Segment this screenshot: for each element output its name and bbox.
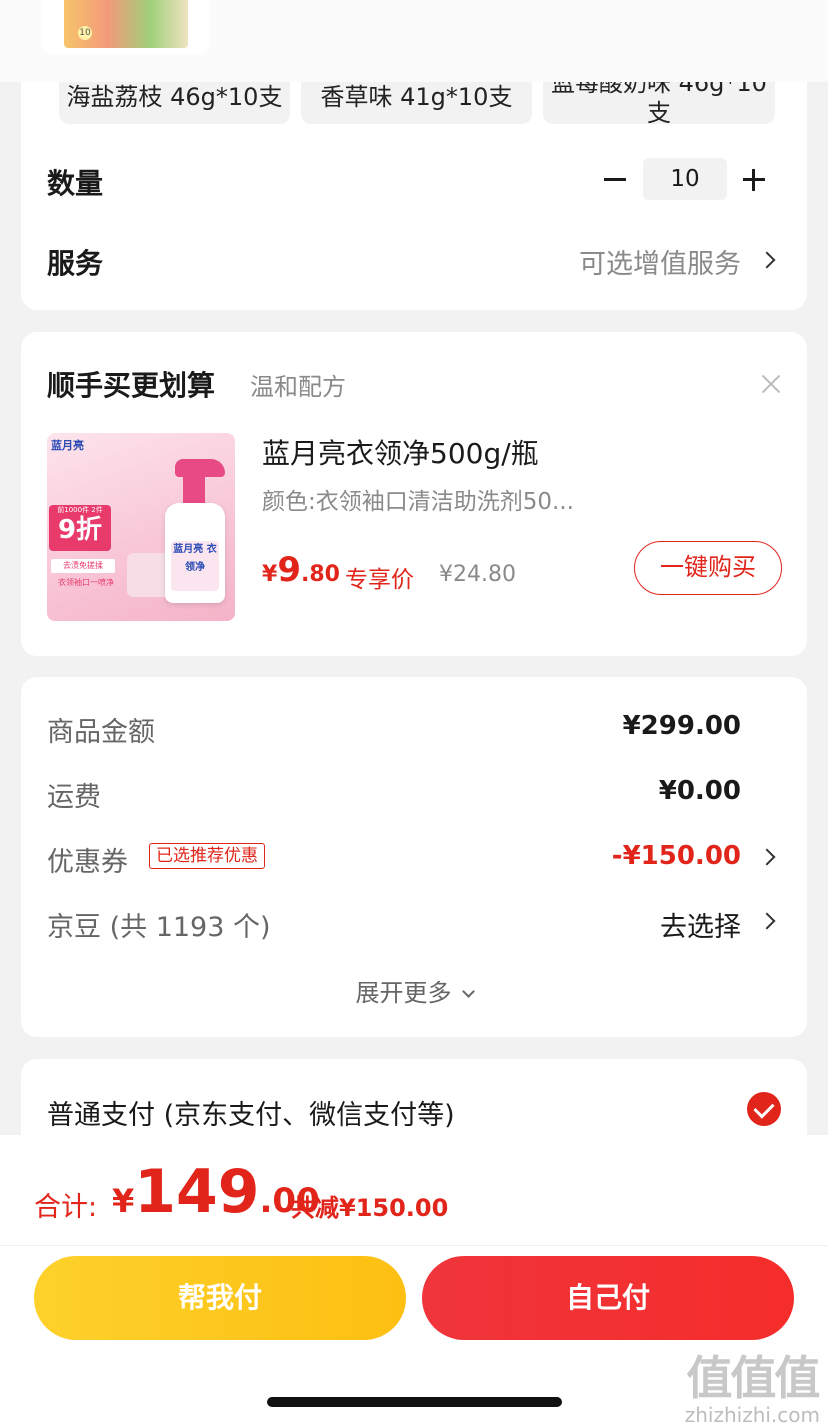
order-options-card: 海盐荔枝 46g*10支 香草味 41g*10支 蓝莓酸奶味 46g*10支 数…	[21, 82, 807, 310]
recommended-product-name[interactable]: 蓝月亮衣领净500g/瓶	[262, 432, 539, 472]
recommendation-card: 顺手买更划算 温和配方 蓝月亮 9折 前1000件 2件 去渍免搓揉 衣领袖口一…	[21, 332, 807, 656]
product-thumbnail[interactable]: 10	[42, 0, 210, 55]
variant-option[interactable]: 海盐荔枝 46g*10支	[59, 82, 290, 124]
service-label: 服务	[47, 247, 104, 280]
chevron-right-icon[interactable]	[758, 912, 776, 930]
product-thumbnail-image: 10	[64, 0, 188, 48]
checkout-bar: 合计: ¥149.00 共减¥150.00 帮我付 自己付 值值值 zhizhi…	[0, 1135, 828, 1425]
price-integer: 9	[277, 550, 301, 590]
total-label: 合计:	[34, 1192, 98, 1223]
variant-option[interactable]: 香草味 41g*10支	[301, 82, 532, 124]
quantity-decrease-button[interactable]	[599, 162, 633, 196]
watermark: 值值值 zhizhizhi.com	[684, 1351, 821, 1425]
amount-details-card: 商品金额 ¥299.00 运费 ¥0.00 优惠券 已选推荐优惠 -¥150.0…	[21, 677, 807, 1037]
image-caption: 衣领袖口一喷净	[58, 578, 114, 587]
checkmark-icon[interactable]	[747, 1092, 781, 1126]
quantity-label: 数量	[47, 167, 104, 200]
quantity-increase-button[interactable]	[737, 162, 771, 196]
chevron-right-icon[interactable]	[758, 251, 776, 269]
watermark-logo: 值值值	[686, 1351, 820, 1405]
home-indicator[interactable]	[267, 1397, 562, 1407]
coupon-value[interactable]: -¥150.00	[612, 841, 741, 871]
coupon-label: 优惠券	[47, 847, 128, 878]
close-icon[interactable]	[757, 370, 785, 398]
quantity-input[interactable]: 10	[643, 158, 727, 200]
price-decimal: .80	[300, 562, 340, 587]
jd-beans-label: 京豆 (共 1193 个)	[47, 912, 271, 943]
one-click-buy-button[interactable]: 一键购买	[634, 541, 782, 595]
price-tag: 专享价	[345, 567, 414, 593]
total-saved: 共减¥150.00	[291, 1194, 449, 1222]
coupon-status-badge: 已选推荐优惠	[149, 843, 265, 869]
chevron-down-icon	[461, 985, 475, 998]
shipping-label: 运费	[47, 782, 101, 813]
recommended-product-spec: 颜色:衣领袖口清洁助洗剂50...	[262, 489, 574, 515]
recommendation-tag: 温和配方	[250, 373, 346, 401]
top-header: 10	[0, 0, 828, 82]
recommended-product-price: ¥9.80	[262, 550, 340, 590]
image-caption: 去渍免搓揉	[51, 559, 115, 573]
variant-label: 香草味 41g*10支	[320, 83, 513, 111]
service-value[interactable]: 可选增值服务	[579, 242, 741, 281]
payment-method-label[interactable]: 普通支付 (京东支付、微信支付等)	[47, 1093, 455, 1132]
total-price: ¥149.00	[112, 1157, 320, 1227]
recommendation-title: 顺手买更划算	[47, 369, 216, 402]
badge-caption: 前1000件 2件	[57, 506, 103, 514]
bottle-label: 蓝月亮 衣领净	[171, 541, 219, 591]
variant-label: 海盐荔枝 46g*10支	[66, 83, 283, 111]
help-pay-button[interactable]: 帮我付	[34, 1256, 406, 1340]
expand-more-button[interactable]: 展开更多	[21, 973, 807, 1008]
variant-option[interactable]: 蓝莓酸奶味 46g*10支	[543, 82, 775, 124]
variant-label: 蓝莓酸奶味 46g*10支	[551, 82, 767, 124]
chevron-right-icon[interactable]	[758, 848, 776, 866]
bottle-neck	[183, 473, 205, 507]
price-currency: ¥	[262, 562, 278, 587]
recommended-product-image[interactable]: 蓝月亮 9折 前1000件 2件 去渍免搓揉 衣领袖口一喷净 蓝月亮 衣领净	[47, 433, 235, 621]
thumbnail-badge: 10	[78, 26, 92, 40]
jd-beans-select[interactable]: 去选择	[660, 905, 741, 944]
total-integer: 149	[134, 1157, 260, 1227]
goods-amount-label: 商品金额	[47, 717, 155, 748]
total-currency: ¥	[112, 1182, 135, 1220]
shipping-value: ¥0.00	[658, 776, 741, 806]
expand-more-label: 展开更多	[355, 979, 452, 1007]
original-price: ¥24.80	[439, 562, 516, 587]
brand-logo: 蓝月亮	[51, 439, 84, 452]
divider	[0, 1245, 828, 1246]
goods-amount-value: ¥299.00	[622, 711, 741, 741]
self-pay-button[interactable]: 自己付	[422, 1256, 794, 1340]
watermark-text: zhizhizhi.com	[684, 1403, 820, 1425]
